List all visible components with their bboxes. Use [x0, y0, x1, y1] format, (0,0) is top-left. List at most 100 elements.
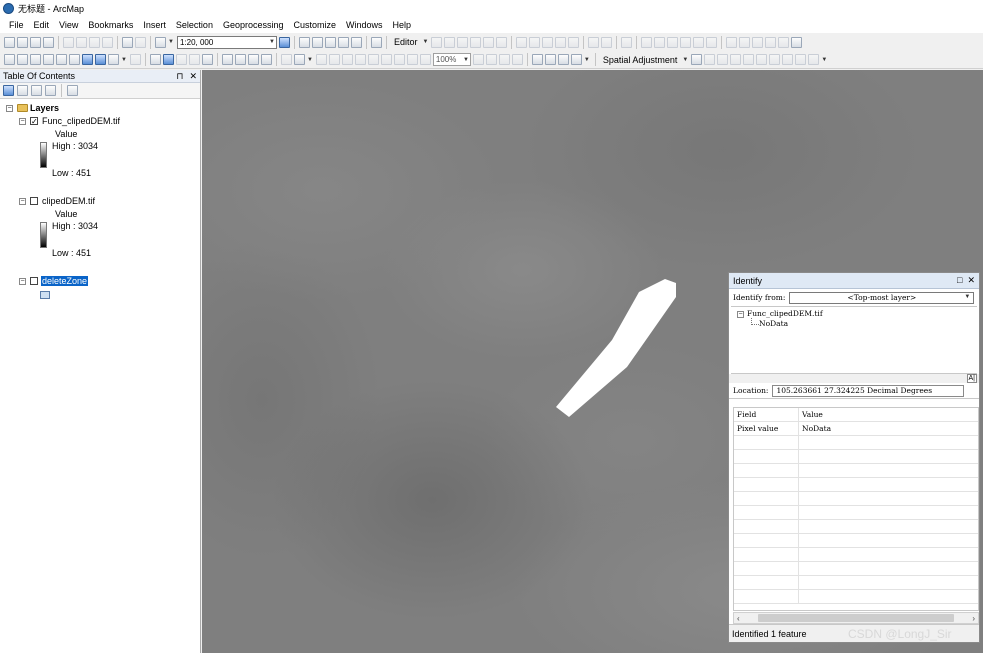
- georef-rotate-icon[interactable]: [778, 36, 790, 48]
- forward-extent-icon[interactable]: [95, 54, 106, 65]
- layout-zoom-in-icon[interactable]: [315, 54, 327, 65]
- collapse-layer-icon[interactable]: −: [19, 118, 26, 125]
- multiple-displacement-links-icon[interactable]: [730, 54, 742, 65]
- fixed-zoom-in-icon[interactable]: [56, 54, 67, 65]
- add-data-icon[interactable]: [155, 36, 166, 48]
- layout-pan-icon[interactable]: [341, 54, 353, 65]
- editor-toolbar-icon[interactable]: [278, 36, 290, 48]
- chevron-down-icon[interactable]: ▼: [964, 294, 971, 300]
- clear-selection-icon[interactable]: [129, 54, 141, 65]
- menu-selection[interactable]: Selection: [171, 20, 218, 30]
- rotate-icon[interactable]: [568, 36, 580, 48]
- previous-page-extent-icon[interactable]: [406, 54, 418, 65]
- copy-icon[interactable]: [76, 36, 87, 48]
- grip-icon[interactable]: A|: [966, 374, 977, 383]
- point-icon[interactable]: [496, 36, 508, 48]
- sa-select-icon[interactable]: [691, 54, 703, 65]
- pin-icon[interactable]: ⊓: [176, 71, 183, 82]
- collapse-layer-icon[interactable]: −: [19, 198, 26, 205]
- fixed-page-zoom-out-icon[interactable]: [393, 54, 405, 65]
- list-by-visibility-icon[interactable]: [31, 85, 42, 96]
- map-scale-combo[interactable]: 1:20, 000 ▼: [176, 35, 277, 49]
- new-document-icon[interactable]: [4, 36, 15, 48]
- change-layout-icon[interactable]: [498, 54, 510, 65]
- page-layout-icon[interactable]: [531, 54, 543, 65]
- result-layer-name[interactable]: Func_clipedDEM.tif: [747, 309, 823, 318]
- redo-icon[interactable]: [135, 36, 146, 48]
- reports-icon[interactable]: [570, 54, 582, 65]
- chevron-down-icon[interactable]: ▼: [269, 39, 276, 45]
- result-value[interactable]: NoData: [759, 319, 788, 328]
- focus-data-frame-icon[interactable]: [485, 54, 497, 65]
- select-elements-icon[interactable]: [149, 54, 161, 65]
- menu-file[interactable]: File: [4, 20, 29, 30]
- georef-add-icon[interactable]: [739, 36, 751, 48]
- horizontal-scrollbar[interactable]: ‹ ›: [733, 612, 979, 624]
- zoom-out-icon[interactable]: [17, 54, 28, 65]
- scroll-left-icon[interactable]: ‹: [737, 614, 740, 623]
- menu-help[interactable]: Help: [388, 20, 417, 30]
- data-driven-pages-icon[interactable]: [511, 54, 523, 65]
- search-window-icon[interactable]: [324, 36, 336, 48]
- layout-dropdown-icon[interactable]: ▼: [307, 57, 314, 63]
- create-viewer-icon[interactable]: [280, 54, 292, 65]
- create-features-icon[interactable]: [621, 36, 633, 48]
- identify-from-select[interactable]: <Top-most layer> ▼: [789, 291, 975, 304]
- chevron-down-icon[interactable]: ▼: [463, 57, 470, 63]
- new-displacement-link-icon[interactable]: [704, 54, 716, 65]
- reshape-icon[interactable]: [529, 36, 541, 48]
- edit-vertices-icon[interactable]: [516, 36, 528, 48]
- full-extent-icon[interactable]: [43, 54, 54, 65]
- fixed-page-zoom-in-icon[interactable]: [380, 54, 392, 65]
- location-field[interactable]: 105.263661 27.324225 Decimal Degrees: [772, 384, 965, 397]
- back-extent-icon[interactable]: [82, 54, 93, 65]
- find-route-icon[interactable]: [234, 54, 246, 65]
- editor-dropdown-icon[interactable]: ▼: [422, 39, 429, 45]
- scroll-right-icon[interactable]: ›: [972, 614, 975, 623]
- list-by-selection-icon[interactable]: [45, 85, 56, 96]
- edit-tool-icon[interactable]: [431, 36, 443, 48]
- python-window-icon[interactable]: [350, 36, 362, 48]
- time-slider-icon[interactable]: [260, 54, 272, 65]
- straight-segment-icon[interactable]: [457, 36, 469, 48]
- paste-icon[interactable]: [89, 36, 100, 48]
- layout-view-icon[interactable]: [293, 54, 305, 65]
- split-icon[interactable]: [555, 36, 567, 48]
- menu-insert[interactable]: Insert: [138, 20, 171, 30]
- table-of-contents-icon[interactable]: [298, 36, 310, 48]
- maximize-icon[interactable]: □: [957, 275, 962, 286]
- layer-visibility-checkbox[interactable]: [30, 197, 38, 205]
- add-data-dropdown-icon[interactable]: ▼: [168, 39, 175, 45]
- identify-icon[interactable]: [162, 54, 174, 65]
- attribute-transfer-icon[interactable]: [808, 54, 820, 65]
- topology-generalize-icon[interactable]: [693, 36, 705, 48]
- collapse-result-icon[interactable]: −: [737, 311, 744, 318]
- layer-name-selected[interactable]: deleteZone: [41, 276, 89, 286]
- undo-icon[interactable]: [122, 36, 133, 48]
- topology-reshape-icon[interactable]: [654, 36, 666, 48]
- layer-name[interactable]: clipedDEM.tif: [42, 196, 95, 206]
- collapse-layer-icon[interactable]: −: [19, 278, 26, 285]
- georef-select-icon[interactable]: [726, 36, 738, 48]
- cut-polygons-icon[interactable]: [542, 36, 554, 48]
- zoom-100-icon[interactable]: [367, 54, 379, 65]
- view-dropdown-icon[interactable]: ▼: [584, 57, 591, 63]
- cut-icon[interactable]: [63, 36, 74, 48]
- clear-limited-area-icon[interactable]: [769, 54, 781, 65]
- trace-icon[interactable]: [483, 36, 495, 48]
- view-link-table-icon[interactable]: [782, 54, 794, 65]
- open-folder-icon[interactable]: [17, 36, 28, 48]
- modify-link-icon[interactable]: [717, 54, 729, 65]
- edit-annotation-icon[interactable]: [444, 36, 456, 48]
- select-features-icon[interactable]: [108, 54, 119, 65]
- print-icon[interactable]: [43, 36, 54, 48]
- georef-move-icon[interactable]: [752, 36, 764, 48]
- toc-options-icon[interactable]: [67, 85, 78, 96]
- layers-root-label[interactable]: Layers: [30, 103, 59, 113]
- layer-visibility-checkbox[interactable]: [30, 277, 38, 285]
- menu-geoprocessing[interactable]: Geoprocessing: [218, 20, 289, 30]
- map-view-icon[interactable]: [544, 54, 556, 65]
- topology-modify-icon[interactable]: [667, 36, 679, 48]
- toolbar-options-icon[interactable]: ▼: [821, 57, 828, 63]
- menu-view[interactable]: View: [54, 20, 83, 30]
